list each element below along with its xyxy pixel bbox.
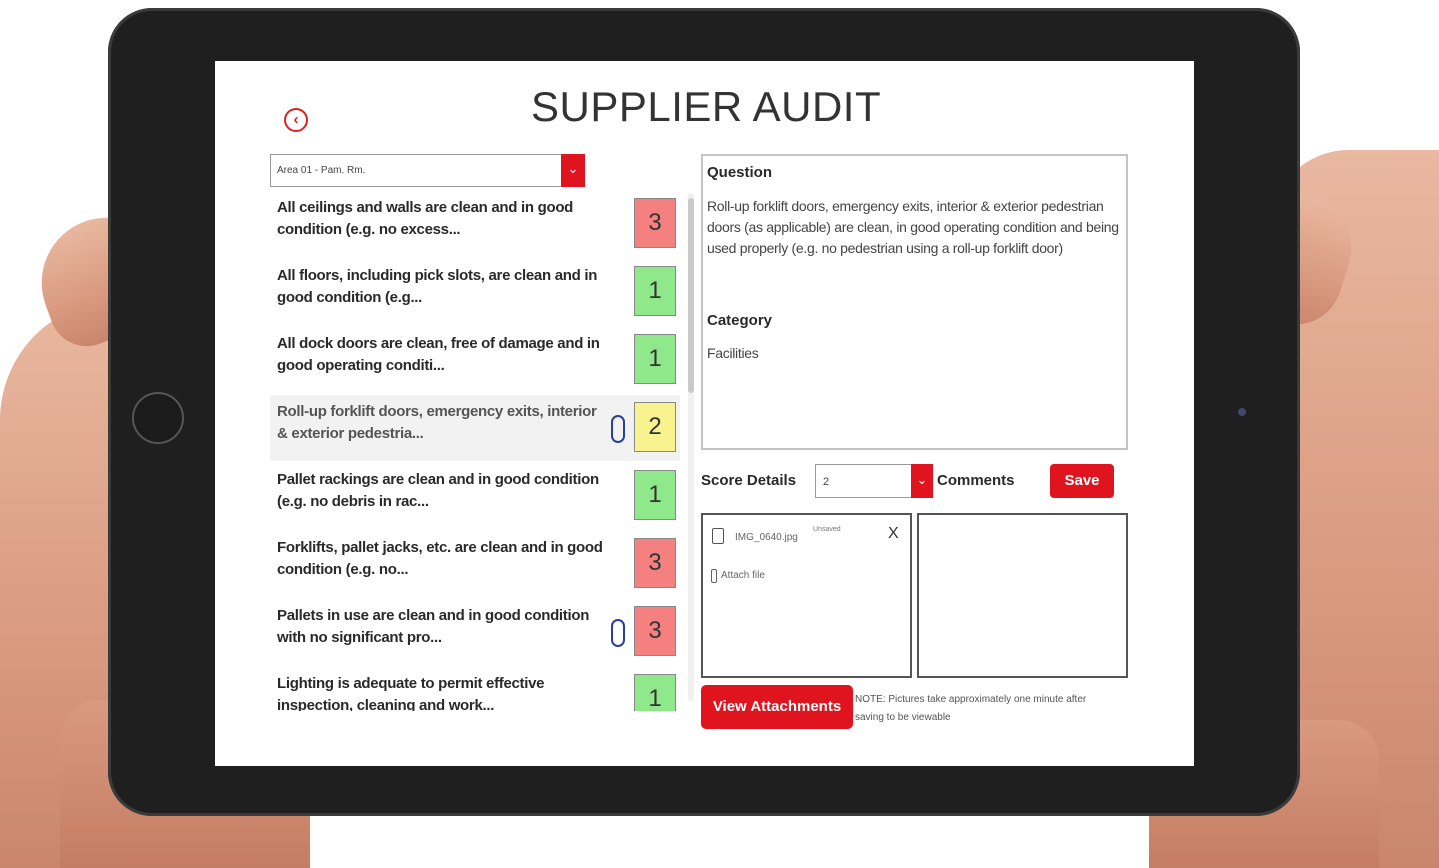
scrollbar-thumb[interactable] <box>688 198 694 393</box>
question-row[interactable]: Roll-up forklift doors, emergency exits,… <box>270 395 680 461</box>
score-badge[interactable]: 1 <box>634 674 676 711</box>
attachments-note: NOTE: Pictures take approximately one mi… <box>855 694 1087 723</box>
view-attachments-button[interactable]: View Attachments <box>701 685 853 729</box>
question-row[interactable]: Pallet rackings are clean and in good co… <box>270 463 680 529</box>
page-title: SUPPLIER AUDIT <box>531 83 882 130</box>
question-row-text: Pallet rackings are clean and in good co… <box>277 471 599 510</box>
attach-file-link[interactable]: Attach file <box>721 570 765 581</box>
question-detail-panel: Question Roll-up forklift doors, emergen… <box>701 154 1128 450</box>
score-badge[interactable]: 3 <box>634 198 676 248</box>
camera-icon <box>1238 408 1246 416</box>
score-select[interactable]: 2 ⌄ <box>815 464 933 498</box>
question-row-text: Roll-up forklift doors, emergency exits,… <box>277 403 597 442</box>
question-row[interactable]: All dock doors are clean, free of damage… <box>270 327 680 393</box>
file-icon <box>712 528 724 544</box>
question-row-text: Pallets in use are clean and in good con… <box>277 607 590 646</box>
question-row[interactable]: All ceilings and walls are clean and in … <box>270 191 680 257</box>
attachments-box: IMG_0640.jpg Unsaved X Attach file <box>701 513 912 678</box>
question-row-text: All dock doors are clean, free of damage… <box>277 335 600 374</box>
paperclip-icon <box>711 569 717 583</box>
score-badge[interactable]: 3 <box>634 606 676 656</box>
question-row-text: All ceilings and walls are clean and in … <box>277 199 574 238</box>
app-screen: ‹ SUPPLIER AUDIT Area 01 - Pam. Rm. ⌄ Al… <box>215 61 1194 766</box>
question-list: All ceilings and walls are clean and in … <box>270 191 690 711</box>
score-details-label: Score Details <box>701 472 797 489</box>
chevron-left-icon: ‹ <box>293 111 299 128</box>
score-badge[interactable]: 2 <box>634 402 676 452</box>
back-button[interactable]: ‹ <box>284 108 308 132</box>
chevron-down-icon[interactable]: ⌄ <box>561 154 585 187</box>
question-row-text: Lighting is adequate to permit effective… <box>277 675 545 711</box>
attachment-file-name[interactable]: IMG_0640.jpg <box>735 532 798 543</box>
question-row[interactable]: Pallets in use are clean and in good con… <box>270 599 680 665</box>
question-row-text: All floors, including pick slots, are cl… <box>277 267 598 306</box>
home-button[interactable] <box>132 392 184 444</box>
score-select-value: 2 <box>823 476 830 488</box>
score-badge[interactable]: 3 <box>634 538 676 588</box>
score-badge[interactable]: 1 <box>634 266 676 316</box>
question-list-scrollbar[interactable] <box>688 194 694 701</box>
question-row-text: Forklifts, pallet jacks, etc. are clean … <box>277 539 603 578</box>
area-dropdown-value: Area 01 - Pam. Rm. <box>277 165 366 176</box>
question-row[interactable]: Forklifts, pallet jacks, etc. are clean … <box>270 531 680 597</box>
chevron-down-icon[interactable]: ⌄ <box>911 464 933 498</box>
category-value: Facilities <box>707 345 759 361</box>
attachment-status: Unsaved <box>813 526 841 533</box>
remove-attachment-button[interactable]: X <box>888 525 899 543</box>
comments-label: Comments <box>937 472 1015 489</box>
question-label: Question <box>707 164 773 181</box>
save-button[interactable]: Save <box>1050 464 1114 498</box>
score-badge[interactable]: 1 <box>634 470 676 520</box>
question-text: Roll-up forklift doors, emergency exits,… <box>707 198 1119 256</box>
category-label: Category <box>707 312 773 329</box>
paperclip-icon <box>611 415 625 443</box>
comments-input[interactable] <box>917 513 1128 678</box>
paperclip-icon <box>611 619 625 647</box>
score-badge[interactable]: 1 <box>634 334 676 384</box>
question-row[interactable]: Lighting is adequate to permit effective… <box>270 667 680 711</box>
area-dropdown[interactable]: Area 01 - Pam. Rm. ⌄ <box>270 154 585 187</box>
question-row[interactable]: All floors, including pick slots, are cl… <box>270 259 680 325</box>
